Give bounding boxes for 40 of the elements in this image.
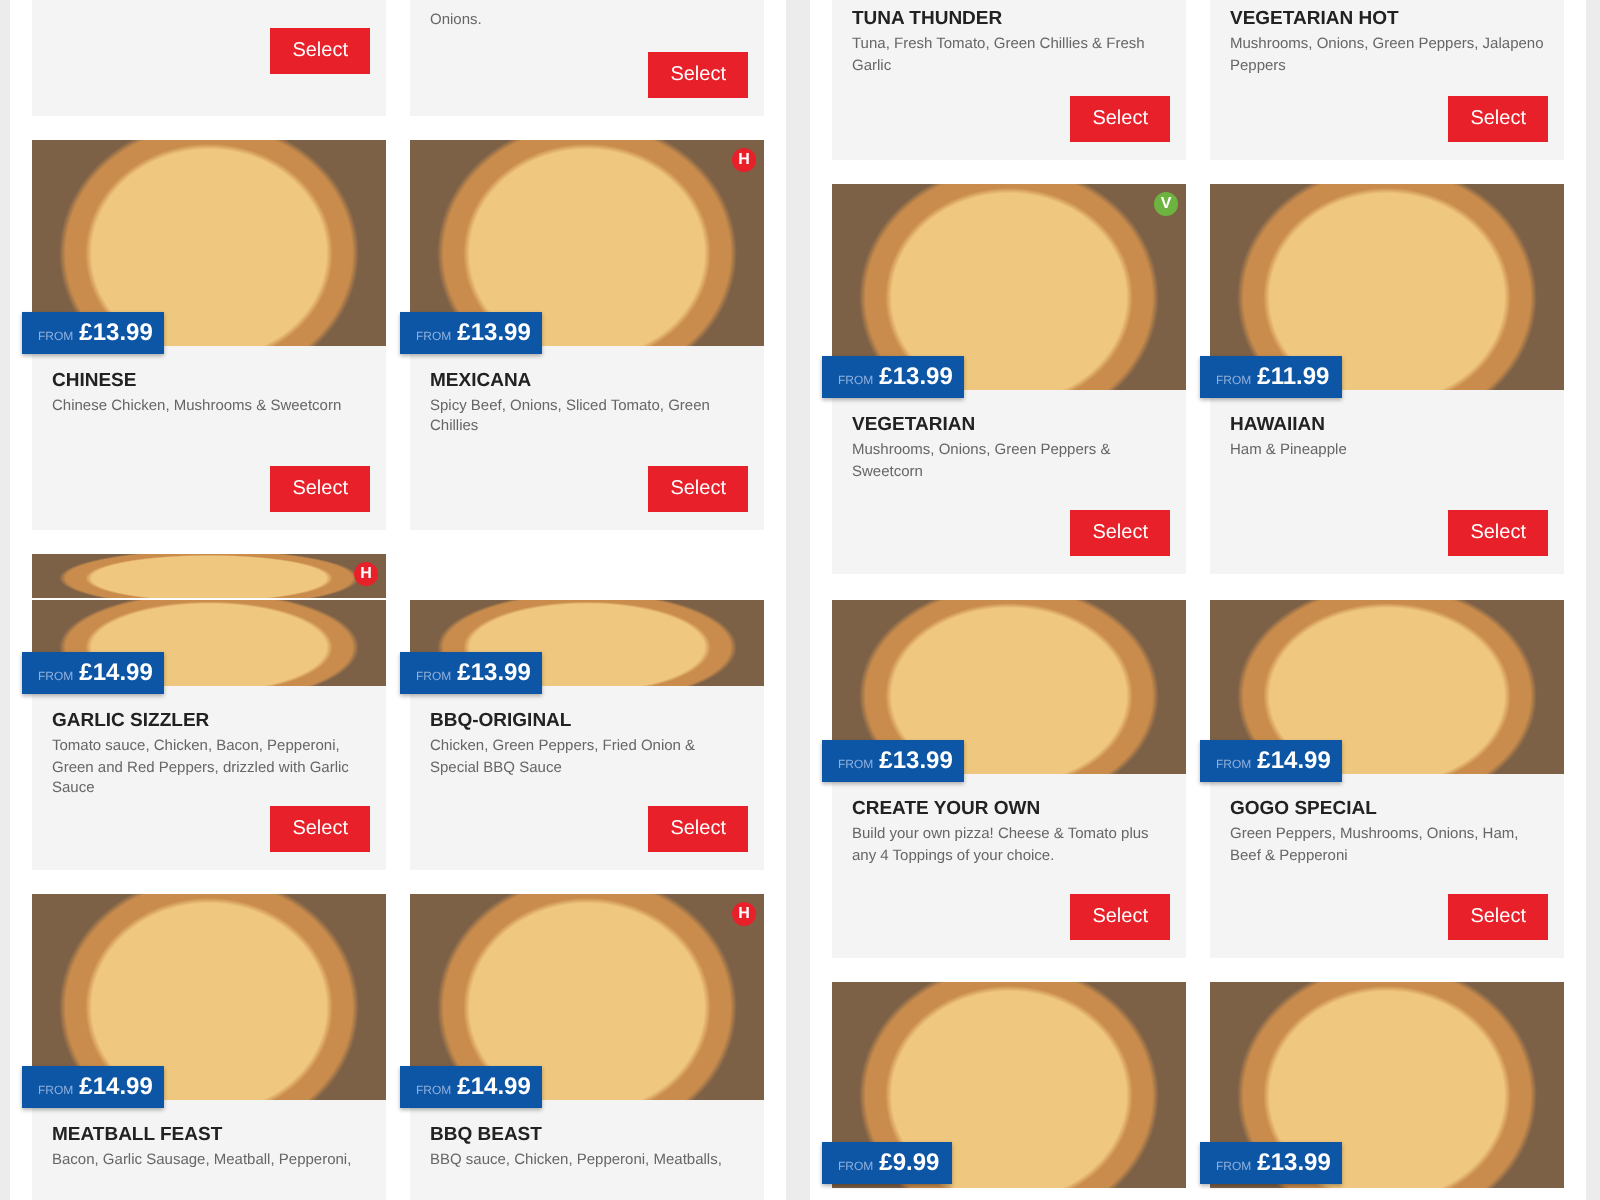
price-text: £9.99 (879, 1148, 940, 1178)
price-text: £14.99 (457, 1072, 531, 1102)
select-button[interactable]: Select (270, 806, 370, 852)
select-button[interactable]: Select (1070, 96, 1170, 142)
price-text: £13.99 (1257, 1148, 1331, 1178)
select-button[interactable]: Select (270, 28, 370, 74)
product-name: GARLIC SIZZLER (52, 710, 212, 734)
product-name: CREATE YOUR OWN (852, 798, 1043, 822)
price-text: £14.99 (79, 658, 153, 688)
badge-icon: H (732, 147, 756, 171)
price-text: £13.99 (879, 362, 953, 392)
select-button[interactable]: Select (648, 465, 748, 511)
select-button[interactable]: Select (1448, 894, 1548, 940)
product-name: HAWAIIAN (1230, 414, 1327, 438)
product-name: GOGO SPECIAL (1230, 798, 1379, 822)
product-name: VEGETARIAN HOT (1230, 8, 1401, 32)
select-button[interactable]: Select (1070, 510, 1170, 556)
price-text: £13.99 (457, 317, 531, 347)
product-name: TUNA THUNDER (852, 8, 1005, 32)
badge-icon: H (354, 561, 378, 585)
select-button[interactable]: Select (1448, 510, 1548, 556)
badge-icon: H (732, 902, 756, 926)
price-text: £13.99 (457, 658, 531, 688)
product-name: VEGETARIAN (852, 414, 978, 438)
product-name: MEATBALL FEAST (52, 1124, 225, 1148)
product-name: CHINESE (52, 369, 139, 393)
product-name: BBQ-ORIGINAL (430, 710, 574, 734)
select-button[interactable]: Select (1070, 894, 1170, 940)
select-button[interactable]: Select (270, 465, 370, 511)
select-button[interactable]: Select (648, 51, 748, 97)
select-button[interactable]: Select (648, 806, 748, 852)
badge-icon: V (1154, 192, 1178, 216)
price-text: £14.99 (1257, 746, 1331, 776)
price-text: £14.99 (79, 1072, 153, 1102)
price-text: £13.99 (879, 746, 953, 776)
product-name: MEXICANA (430, 369, 534, 393)
price-text: £13.99 (79, 317, 153, 347)
select-button[interactable]: Select (1448, 96, 1548, 142)
price-text: £11.99 (1257, 362, 1330, 392)
product-name: BBQ BEAST (430, 1124, 544, 1148)
